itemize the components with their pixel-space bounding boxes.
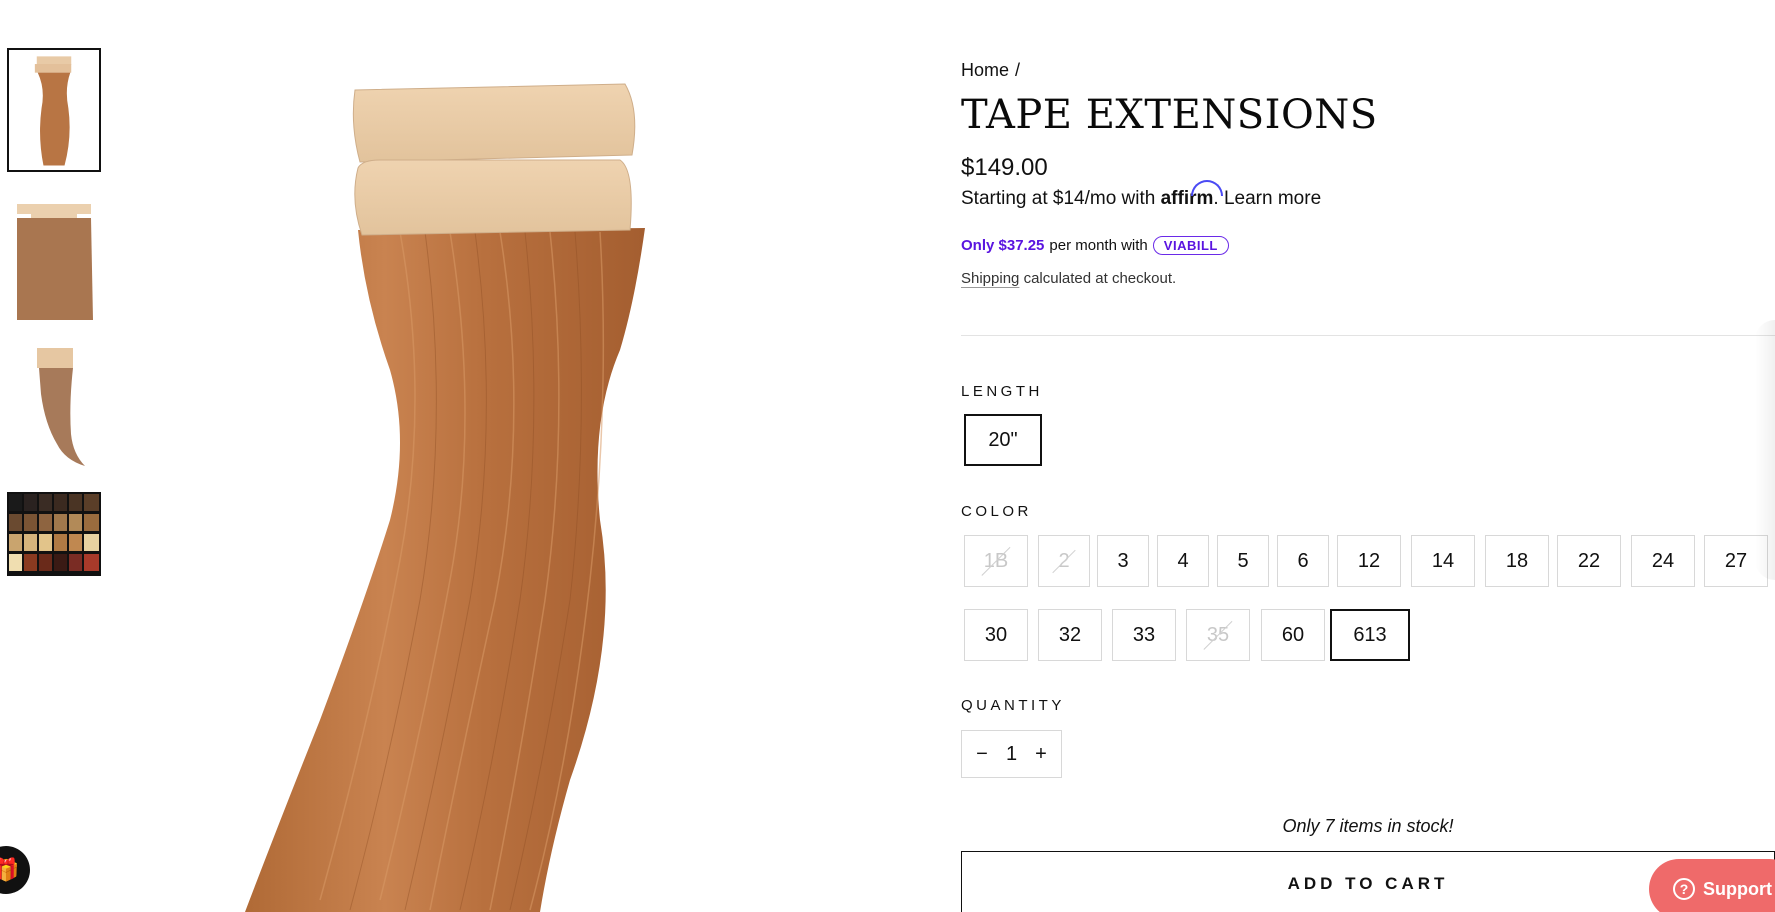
color-option-33[interactable]: 33: [1112, 609, 1176, 661]
color-option-22[interactable]: 22: [1557, 535, 1621, 587]
thumbnail-2-image: [7, 196, 101, 320]
product-info: Home / TAPE EXTENSIONS $149.00 Starting a…: [961, 0, 1775, 912]
viabill-text: per month with: [1049, 237, 1148, 254]
shipping-link[interactable]: Shipping: [961, 270, 1019, 287]
color-option-60[interactable]: 60: [1261, 609, 1325, 661]
color-option-14[interactable]: 14: [1411, 535, 1475, 587]
affirm-promo: Starting at $14/mo with affirm. Learn mo…: [961, 188, 1321, 210]
color-option-1b[interactable]: 1B: [964, 535, 1028, 587]
support-label: Support: [1703, 878, 1772, 899]
thumbnail-2[interactable]: [7, 196, 101, 320]
color-option-18[interactable]: 18: [1485, 535, 1549, 587]
color-option-4[interactable]: 4: [1157, 535, 1209, 587]
quantity-input[interactable]: 1: [1006, 743, 1017, 766]
breadcrumb: Home /: [961, 60, 1020, 81]
shipping-note: Shipping calculated at checkout.: [961, 270, 1176, 287]
thumbnail-4[interactable]: [7, 492, 101, 576]
side-drawer-edge: [1755, 320, 1775, 580]
quantity-label: QUANTITY: [961, 697, 1065, 714]
color-option-2[interactable]: 2: [1038, 535, 1090, 587]
color-option-32[interactable]: 32: [1038, 609, 1102, 661]
quantity-decrease-button[interactable]: −: [970, 743, 994, 766]
color-label: COLOR: [961, 503, 1032, 520]
viabill-promo: Only $37.25 per month with VIABILL: [961, 236, 1229, 255]
breadcrumb-separator: /: [1015, 60, 1021, 80]
thumbnail-3[interactable]: [7, 344, 101, 468]
color-option-613[interactable]: 613: [1330, 609, 1410, 661]
thumbnail-4-image: [7, 492, 101, 576]
color-option-5[interactable]: 5: [1217, 535, 1269, 587]
color-option-24[interactable]: 24: [1631, 535, 1695, 587]
quantity-stepper: − 1 +: [961, 730, 1062, 778]
color-option-30[interactable]: 30: [964, 609, 1028, 661]
question-icon: ?: [1673, 878, 1695, 900]
gift-icon[interactable]: 🎁: [0, 846, 30, 894]
color-option-12[interactable]: 12: [1337, 535, 1401, 587]
length-label: LENGTH: [961, 383, 1043, 400]
product-title: TAPE EXTENSIONS: [961, 92, 1378, 138]
divider: [961, 335, 1775, 336]
stock-note: Only 7 items in stock!: [1282, 816, 1454, 836]
length-option-20[interactable]: 20": [964, 414, 1042, 466]
color-option-6[interactable]: 6: [1277, 535, 1329, 587]
main-product-image[interactable]: [150, 0, 940, 912]
affirm-learn-more-link[interactable]: Learn more: [1224, 188, 1321, 209]
product-price: $149.00: [961, 154, 1048, 181]
thumbnail-1-image: [9, 50, 99, 170]
shipping-text: calculated at checkout.: [1023, 270, 1177, 287]
quantity-increase-button[interactable]: +: [1029, 743, 1053, 766]
thumbnail-3-image: [7, 344, 101, 468]
viabill-logo[interactable]: VIABILL: [1152, 236, 1229, 255]
viabill-amount: Only $37.25: [961, 237, 1045, 254]
thumbnail-1[interactable]: [7, 48, 101, 172]
color-option-35[interactable]: 35: [1186, 609, 1250, 661]
affirm-text: Starting at $14/mo with: [961, 188, 1156, 209]
color-option-3[interactable]: 3: [1097, 535, 1149, 587]
affirm-logo: affirm: [1160, 188, 1214, 209]
support-button[interactable]: ? Support: [1649, 859, 1775, 912]
breadcrumb-home-link[interactable]: Home: [961, 60, 1009, 80]
hair-extension-image: [150, 0, 940, 912]
